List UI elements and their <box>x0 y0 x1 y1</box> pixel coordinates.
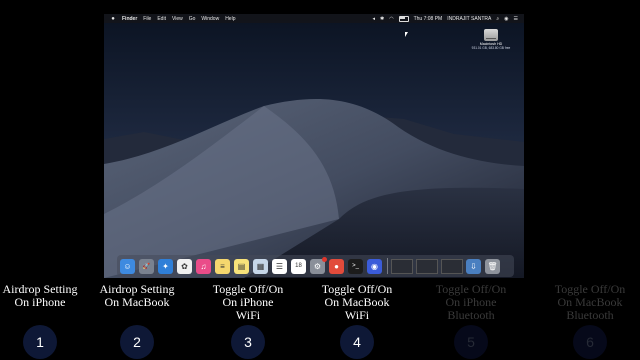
reminders-icon[interactable]: ☰ <box>272 258 287 274</box>
mac-desktop: ● Finder File Edit View Go Window Help ◂… <box>104 14 524 278</box>
spotlight-icon[interactable]: ⌕ <box>496 16 499 22</box>
step-number: 1 <box>23 325 57 359</box>
safari-icon[interactable]: ✦ <box>158 258 173 274</box>
clock[interactable]: Thu 7:08 PM <box>414 16 443 22</box>
battery-icon[interactable] <box>398 15 409 22</box>
apple-menu-icon[interactable]: ● <box>110 16 116 22</box>
dock-separator <box>387 258 388 274</box>
dock: ☺ 🚀 ✦ ✿ ♫ ≡ ▤ ▦ ☰ 18 ⚙ ● >_ ◉ ⇩ 🗑 <box>117 255 514 277</box>
disk-sublabel: 931.01 GB, 683.80 GB free <box>471 46 511 50</box>
step-number: 2 <box>120 325 154 359</box>
terminal-icon[interactable]: >_ <box>348 258 363 274</box>
step-number: 3 <box>231 325 265 359</box>
step-3: Toggle Off/On On iPhone WiFi 3 <box>193 282 303 359</box>
menu-go[interactable]: Go <box>189 16 196 22</box>
menu-window[interactable]: Window <box>201 16 219 22</box>
notes-icon[interactable]: ≡ <box>215 258 230 274</box>
menu-view[interactable]: View <box>172 16 183 22</box>
itunes-icon[interactable]: ♫ <box>196 258 211 274</box>
menu-finder[interactable]: Finder <box>122 16 137 22</box>
hard-disk-icon <box>484 29 498 41</box>
photos-icon[interactable]: ✿ <box>177 258 192 274</box>
step-number: 6 <box>573 325 607 359</box>
notification-center-icon[interactable]: ☰ <box>514 16 518 22</box>
macintosh-hd-disk[interactable]: Macintosh HD 931.01 GB, 683.80 GB free <box>471 29 511 50</box>
step-number: 5 <box>454 325 488 359</box>
chrome-icon[interactable]: ● <box>329 258 344 274</box>
volume-icon[interactable]: ◂ <box>373 16 376 22</box>
minimized-window-thumbnail[interactable] <box>391 258 413 274</box>
step-caption: Airdrop Setting On iPhone <box>2 282 78 309</box>
step-1: Airdrop Setting On iPhone 1 <box>0 282 95 359</box>
siri-menu-icon[interactable]: ◉ <box>504 16 508 22</box>
step-caption: Toggle Off/On On iPhone Bluetooth <box>435 282 507 322</box>
user-name[interactable]: INDRAJIT SANTRA <box>447 16 491 22</box>
menu-help[interactable]: Help <box>225 16 235 22</box>
menu-file[interactable]: File <box>143 16 151 22</box>
menu-bar: ● Finder File Edit View Go Window Help ◂… <box>104 14 524 23</box>
step-4: Toggle Off/On On MacBook WiFi 4 <box>302 282 412 359</box>
step-caption: Toggle Off/On On iPhone WiFi <box>212 282 284 322</box>
minimized-window-thumbnail[interactable] <box>416 258 438 274</box>
notification-badge <box>322 256 327 262</box>
finder-icon[interactable]: ☺ <box>120 258 135 274</box>
stickies-icon[interactable]: ▤ <box>234 258 249 274</box>
step-caption: Toggle Off/On On MacBook Bluetooth <box>554 282 626 322</box>
trash-icon[interactable]: 🗑 <box>485 258 500 274</box>
system-preferences-icon[interactable]: ⚙ <box>310 256 327 274</box>
mojave-wallpaper <box>104 14 524 278</box>
step-6: Toggle Off/On On MacBook Bluetooth 6 <box>535 282 640 359</box>
downloads-folder-icon[interactable]: ⇩ <box>466 258 481 274</box>
minimized-window-thumbnail[interactable] <box>441 258 463 274</box>
step-2: Airdrop Setting On MacBook 2 <box>82 282 192 359</box>
preview-icon[interactable]: ▦ <box>253 258 268 274</box>
step-number: 4 <box>340 325 374 359</box>
step-caption: Toggle Off/On On MacBook WiFi <box>321 282 393 322</box>
bluetooth-icon[interactable]: ✱ <box>380 16 384 22</box>
mouse-cursor-icon <box>405 32 408 37</box>
wifi-icon[interactable]: ◠ <box>389 16 393 22</box>
launchpad-icon[interactable]: 🚀 <box>139 258 154 274</box>
menu-edit[interactable]: Edit <box>157 16 166 22</box>
calendar-icon[interactable]: 18 <box>291 258 306 274</box>
step-caption: Airdrop Setting On MacBook <box>99 282 175 309</box>
siri-icon[interactable]: ◉ <box>367 258 382 274</box>
step-5: Toggle Off/On On iPhone Bluetooth 5 <box>416 282 526 359</box>
